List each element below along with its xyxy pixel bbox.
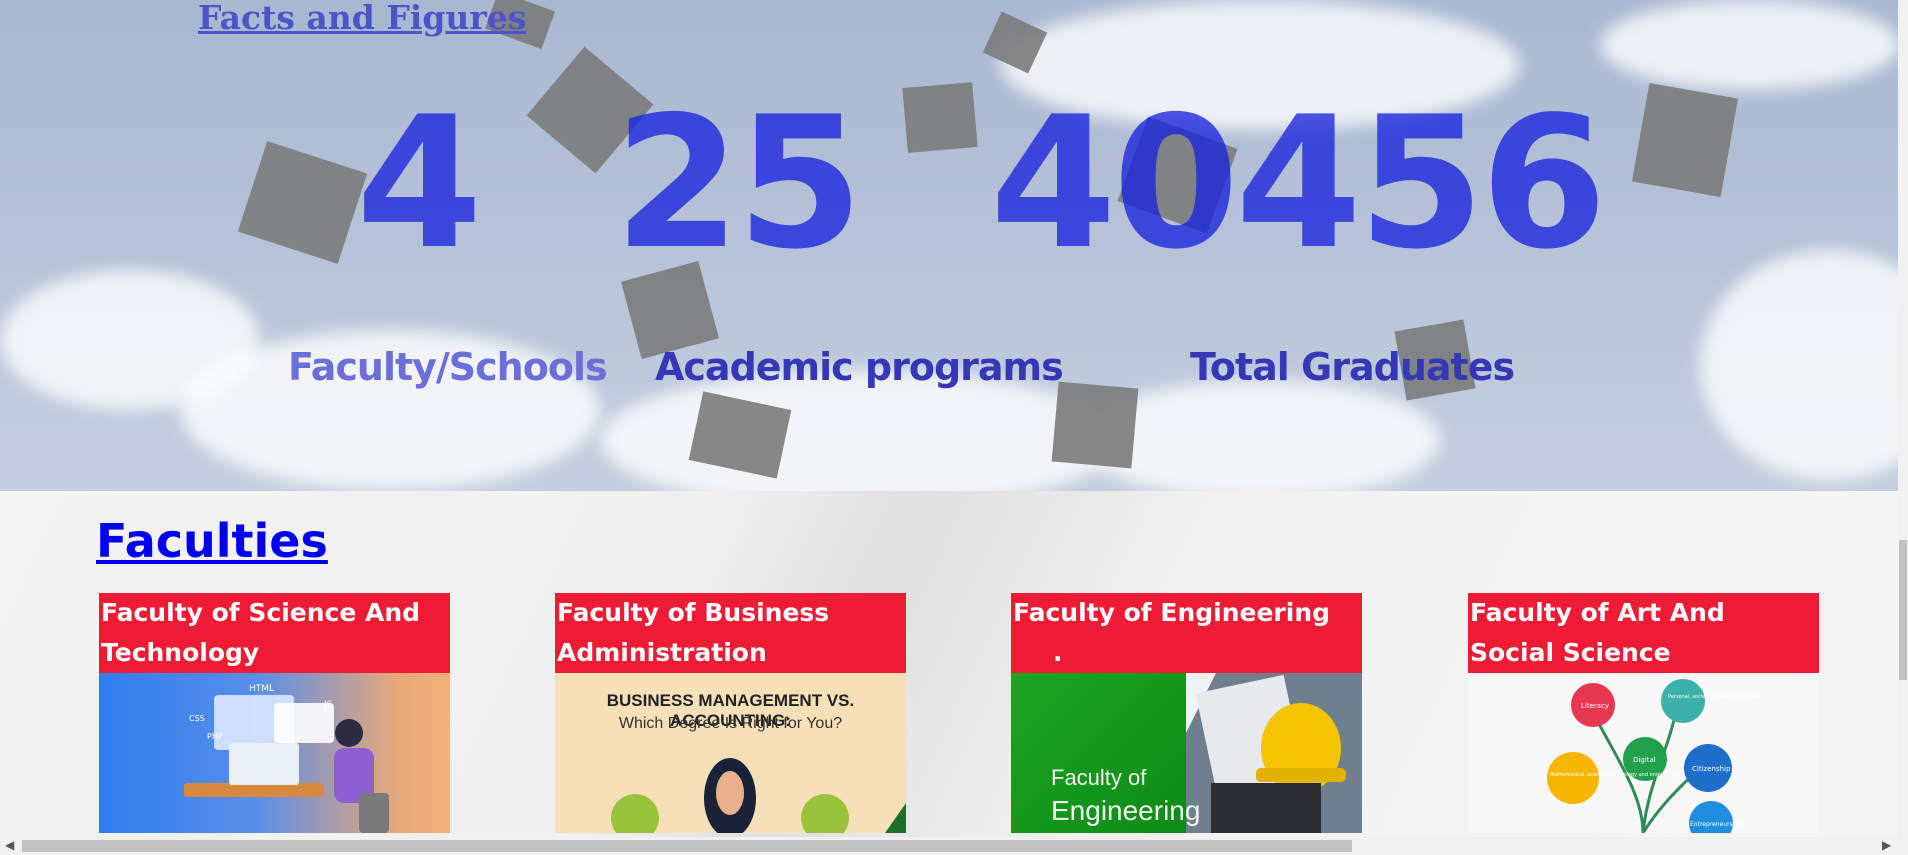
faculty-card-title[interactable]: Faculty of Art And Social Science	[1468, 593, 1819, 673]
faculty-card-image-engineering: Faculty of Engineering	[1011, 673, 1362, 833]
stat-number-faculties: 4	[356, 77, 483, 289]
cloud-decoration	[1700, 250, 1898, 480]
scroll-left-arrow-icon[interactable]: ◀	[5, 838, 14, 852]
stat-number-graduates: 40456	[990, 77, 1607, 289]
faculty-card-image-arts: Literacy Personal, social and learning t…	[1468, 673, 1819, 833]
vertical-scrollbar-thumb[interactable]	[1899, 540, 1907, 680]
faculty-card-business[interactable]: Faculty of Business Administration BUSIN…	[555, 593, 906, 833]
facts-title-link[interactable]: Facts and Figures	[198, 0, 526, 37]
faculty-card-science[interactable]: Faculty of Science And Technology HTML J…	[99, 593, 450, 833]
scroll-right-arrow-icon[interactable]: ▶	[1882, 838, 1891, 852]
stat-label-programs: Academic programs	[655, 345, 1064, 389]
bubble-personal: Personal, social and learning to learn	[1668, 694, 1761, 700]
tag-php: PHP	[207, 732, 223, 741]
horizontal-scrollbar[interactable]: ◀ ▶	[0, 837, 1908, 855]
bubble-mathematical: Mathematical, science, technology and en…	[1550, 772, 1680, 778]
bubble-entrepreneurship: Entrepreneurship	[1690, 821, 1742, 828]
competencies-illustration: Literacy Personal, social and learning t…	[1547, 679, 1761, 833]
faculty-card-arts[interactable]: Faculty of Art And Social Science Litera…	[1468, 593, 1819, 833]
business-illustration	[611, 758, 906, 833]
tag-html: HTML	[249, 684, 274, 694]
tag-css: CSS	[189, 714, 205, 723]
faculties-section: Faculties Faculty of Science And Technol…	[0, 491, 1898, 837]
graduation-cap-decoration	[902, 82, 978, 153]
faculty-card-title[interactable]: Faculty of Engineering .	[1011, 593, 1362, 673]
stat-label-graduates: Total Graduates	[1190, 345, 1515, 389]
bubble-literacy: Literacy	[1581, 702, 1609, 710]
faculties-title-link[interactable]: Faculties	[96, 514, 328, 568]
faculty-card-title-extra: .	[1053, 638, 1063, 667]
stat-number-programs: 25	[614, 77, 863, 289]
faculty-card-title[interactable]: Faculty of Business Administration	[555, 593, 906, 673]
faculty-card-image-science: HTML JS CSS PHP	[99, 673, 450, 833]
horizontal-scrollbar-thumb[interactable]	[22, 840, 1352, 852]
bubble-citizenship: Citizenship	[1692, 765, 1731, 773]
faculty-card-engineering[interactable]: Faculty of Engineering . Faculty of Engi…	[1011, 593, 1362, 833]
bubble-digital: Digital	[1633, 756, 1656, 764]
coding-illustration: HTML JS CSS PHP	[184, 684, 389, 833]
stat-label-faculties: Faculty/Schools	[288, 345, 608, 389]
tag-js: JS	[323, 700, 333, 710]
graduation-cap-decoration	[1632, 82, 1738, 198]
faculty-card-title-text: Faculty of Engineering	[1013, 598, 1331, 627]
graduation-cap-decoration	[1051, 381, 1139, 469]
facts-section: Facts and Figures 4 25 40456 Faculty/Sch…	[0, 0, 1898, 491]
engineering-image-subcaption: Engineering	[1051, 795, 1201, 826]
graduation-cap-decoration	[237, 141, 368, 264]
engineering-image-caption: Faculty of	[1051, 765, 1147, 790]
faculty-card-title[interactable]: Faculty of Science And Technology	[99, 593, 450, 673]
vertical-scrollbar[interactable]	[1898, 0, 1908, 837]
cloud-decoration	[1600, 0, 1898, 90]
faculty-card-image-business: BUSINESS MANAGEMENT VS. ACCOUNTING: Whic…	[555, 673, 906, 833]
